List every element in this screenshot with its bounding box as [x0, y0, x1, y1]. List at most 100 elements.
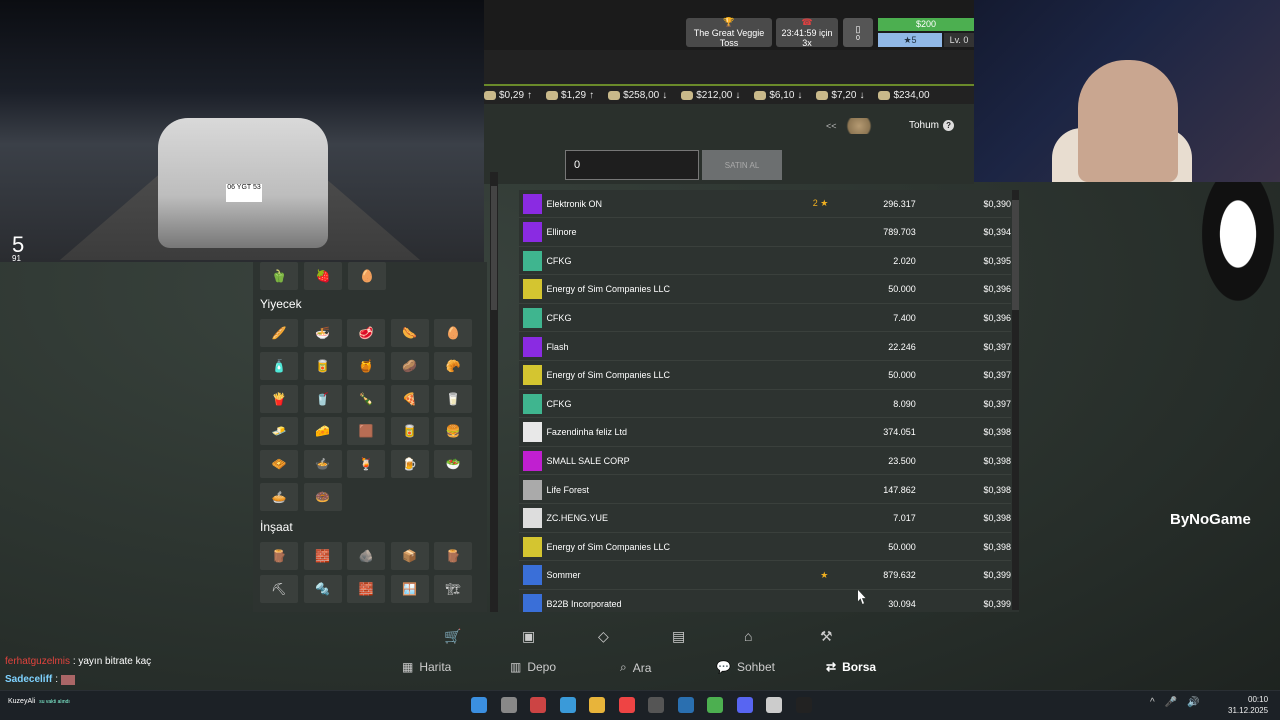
quantity-input[interactable]: [565, 150, 699, 180]
seller-name[interactable]: Energy of Sim Companies LLC: [546, 370, 799, 380]
clock[interactable]: 00:10 31.12.2025: [1228, 694, 1268, 716]
ticker-item[interactable]: $258,00 ↓: [608, 90, 667, 101]
seller-name[interactable]: CFKG: [546, 313, 799, 323]
item-cell[interactable]: 🥚: [348, 262, 386, 290]
app-icon[interactable]: [766, 697, 782, 713]
seller-name[interactable]: CFKG: [546, 256, 799, 266]
order-row[interactable]: B22B Incorporated 30.094 $0,399: [519, 590, 1011, 612]
item-cell[interactable]: 🌭: [390, 319, 429, 347]
seller-name[interactable]: Fazendinha feliz Ltd: [546, 427, 799, 437]
chrome-icon[interactable]: [618, 697, 635, 713]
item-cell[interactable]: 🧱: [347, 575, 385, 603]
order-row[interactable]: Elektronik ON 2 ★ 296.317 $0,390: [519, 190, 1011, 218]
seller-name[interactable]: Elektronik ON: [546, 199, 799, 209]
item-cell[interactable]: 🪨: [347, 542, 385, 570]
left-scrollbar-thumb[interactable]: [491, 186, 497, 310]
document-icon[interactable]: ▤: [672, 628, 685, 645]
camera-icon[interactable]: ▣: [522, 628, 535, 645]
item-cell[interactable]: 🥧: [260, 483, 298, 511]
ticker-item[interactable]: $0,29 ↑: [484, 90, 532, 101]
item-cell[interactable]: ⛏: [260, 575, 298, 603]
item-cell[interactable]: 🧱: [303, 542, 342, 570]
seed-nav[interactable]: <<: [826, 118, 875, 134]
order-row[interactable]: Energy of Sim Companies LLC 50.000 $0,396: [519, 276, 1011, 304]
order-row[interactable]: Energy of Sim Companies LLC 50.000 $0,397: [519, 362, 1011, 390]
seller-name[interactable]: Life Forest: [546, 485, 799, 495]
item-cell[interactable]: 🧀: [303, 417, 342, 446]
item-cell[interactable]: 🥛: [434, 384, 472, 413]
diamond-icon[interactable]: ◇: [598, 628, 609, 645]
item-cell[interactable]: 🥐: [434, 351, 472, 380]
item-cell[interactable]: 🍓: [304, 262, 342, 290]
steam-icon[interactable]: [677, 697, 694, 713]
item-cell[interactable]: 🍾: [347, 384, 385, 413]
inventory-button[interactable]: ▯ 0: [843, 18, 873, 47]
order-row[interactable]: Ellinore 789.703 $0,394: [519, 219, 1011, 247]
order-row[interactable]: Energy of Sim Companies LLC 50.000 $0,398: [519, 533, 1011, 562]
help-icon[interactable]: ?: [943, 120, 955, 131]
order-row[interactable]: Fazendinha feliz Ltd 374.051 $0,398: [519, 419, 1011, 447]
seller-name[interactable]: SMALL SALE CORP: [546, 456, 799, 466]
seller-name[interactable]: Flash: [546, 342, 799, 352]
item-cell[interactable]: 🥚: [434, 319, 472, 347]
timer-button[interactable]: ☎ 23:41:59 için 3x: [776, 17, 838, 48]
buy-button[interactable]: SATIN AL: [702, 150, 782, 180]
item-cell[interactable]: 🏗: [434, 575, 472, 603]
folder-icon[interactable]: [589, 697, 605, 713]
discord-icon[interactable]: [736, 697, 753, 713]
item-cell[interactable]: 📦: [390, 542, 429, 570]
item-cell[interactable]: 🍟: [260, 384, 298, 413]
seller-name[interactable]: Energy of Sim Companies LLC: [546, 542, 799, 552]
item-cell[interactable]: 🍯: [347, 351, 385, 380]
back-arrows[interactable]: <<: [826, 121, 837, 131]
item-cell[interactable]: 🥗: [434, 450, 472, 479]
order-row[interactable]: Sommer ★ 879.632 $0,399: [519, 562, 1011, 590]
item-cell[interactable]: 🥩: [347, 319, 385, 347]
chrome-icon[interactable]: [707, 697, 723, 713]
nav-exchange[interactable]: ⇄ Borsa: [826, 660, 876, 674]
item-cell[interactable]: 🫑: [260, 262, 298, 290]
seller-name[interactable]: B22B Incorporated: [546, 599, 799, 609]
start-icon[interactable]: [471, 697, 487, 713]
item-cell[interactable]: 🔩: [303, 575, 342, 603]
item-cell[interactable]: 🍕: [390, 384, 429, 413]
item-cell[interactable]: 🍺: [390, 450, 429, 479]
volume-icon[interactable]: 🔊: [1187, 697, 1199, 708]
chevron-up-icon[interactable]: ^: [1150, 697, 1155, 708]
seller-name[interactable]: Sommer: [546, 570, 799, 580]
seller-name[interactable]: CFKG: [546, 399, 799, 409]
item-cell[interactable]: 🧈: [260, 417, 298, 446]
item-cell[interactable]: 🧴: [260, 351, 298, 380]
order-row[interactable]: SMALL SALE CORP 23.500 $0,398: [519, 447, 1011, 476]
event-button[interactable]: 🏆 The Great Veggie Toss: [686, 17, 772, 48]
bank-icon[interactable]: ⌂: [744, 628, 752, 644]
item-cell[interactable]: 🧇: [260, 450, 298, 479]
item-cell[interactable]: 🪟: [390, 575, 429, 603]
ticker-item[interactable]: $234,00: [878, 90, 932, 101]
gavel-icon[interactable]: ⚒: [820, 628, 833, 645]
mic-icon[interactable]: 🎤: [1165, 697, 1177, 708]
simcompanies-icon[interactable]: [795, 697, 812, 713]
item-cell[interactable]: 🍹: [347, 450, 385, 479]
item-cell[interactable]: 🪵: [260, 542, 298, 570]
item-cell[interactable]: 🍜: [303, 319, 342, 347]
order-row[interactable]: ZC.HENG.YUE 7.017 $0,398: [519, 505, 1011, 533]
order-scrollbar-thumb[interactable]: [1012, 200, 1019, 310]
item-cell[interactable]: 🥫: [390, 417, 429, 446]
nav-chat[interactable]: 💬 Sohbet: [716, 660, 775, 674]
ticker-item[interactable]: $6,10 ↓: [754, 90, 802, 101]
item-cell[interactable]: 🥫: [303, 351, 342, 380]
ticker-item[interactable]: $1,29 ↑: [546, 90, 594, 101]
taskview-icon[interactable]: [500, 697, 517, 713]
system-tray[interactable]: ^ 🎤 🔊: [1150, 697, 1200, 708]
ticker-item[interactable]: $212,00 ↓: [681, 90, 740, 101]
nav-search[interactable]: ⌕ Ara: [620, 660, 651, 675]
item-cell[interactable]: 🪵: [434, 542, 472, 570]
order-row[interactable]: Life Forest 147.862 $0,398: [519, 476, 1011, 504]
item-cell[interactable]: 🥤: [303, 384, 342, 413]
ticker-item[interactable]: $7,20 ↓: [816, 90, 864, 101]
nav-depot[interactable]: ▥ Depo: [510, 660, 556, 674]
app-icon[interactable]: [648, 697, 664, 713]
item-cell[interactable]: 🥖: [260, 319, 298, 347]
order-row[interactable]: Flash 22.246 $0,397: [519, 333, 1011, 361]
